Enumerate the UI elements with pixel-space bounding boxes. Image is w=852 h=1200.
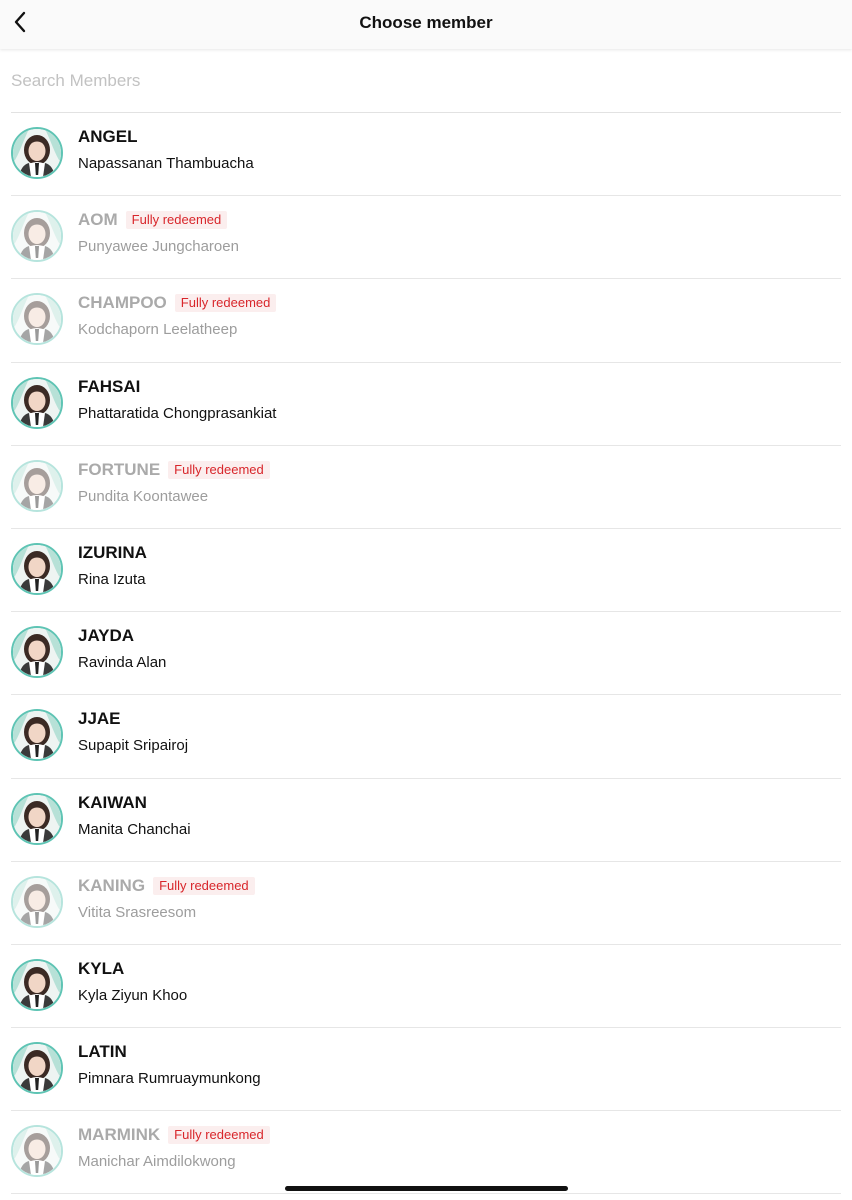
member-fullname: Supapit Sripairoj — [78, 737, 189, 755]
member-fullname: Vitita Srasreesom — [78, 903, 197, 921]
member-fullname: Ravinda Alan — [78, 654, 167, 672]
member-row-marmink[interactable]: MARMINK Fully redeemed Manichar Aimdilok… — [11, 1111, 841, 1195]
member-avatar — [11, 127, 63, 179]
member-avatar — [11, 709, 63, 762]
search-input[interactable] — [11, 60, 841, 102]
member-fullname: Pundita Koontawee — [78, 487, 209, 505]
member-row-fahsai[interactable]: FAHSAI Phattaratida Chongprasankiat — [11, 363, 841, 446]
member-avatar — [11, 210, 63, 263]
member-row-champoo[interactable]: CHAMPOO Fully redeemed Kodchaporn Leelat… — [11, 279, 841, 363]
member-row-kaiwan[interactable]: KAIWAN Manita Chanchai — [11, 779, 841, 862]
member-avatar — [11, 1042, 63, 1095]
fully-redeemed-badge: Fully redeemed — [168, 460, 270, 479]
member-row-jayda[interactable]: JAYDA Ravinda Alan — [11, 612, 841, 696]
member-row-kyla[interactable]: KYLA Kyla Ziyun Khoo — [11, 945, 841, 1029]
member-avatar — [11, 376, 63, 429]
member-fullname: Kodchaporn Leelatheep — [78, 321, 238, 339]
member-avatar — [11, 542, 63, 595]
member-nickname: KYLA — [78, 958, 125, 978]
member-avatar — [11, 459, 63, 512]
member-avatar — [11, 1125, 63, 1178]
member-fullname: Napassanan Thambuacha — [78, 155, 254, 172]
member-avatar — [11, 293, 63, 346]
member-avatar — [11, 792, 63, 845]
member-fullname: Manichar Aimdilokwong — [78, 1153, 236, 1171]
member-avatar — [11, 958, 63, 1011]
member-nickname: MARMINK — [78, 1125, 161, 1145]
member-row-fortune[interactable]: FORTUNE Fully redeemed Pundita Koontawee — [11, 446, 841, 529]
page-title: Choose member — [359, 13, 493, 32]
member-nickname: FORTUNE — [78, 459, 161, 479]
member-row-jjae[interactable]: JJAE Supapit Sripairoj — [11, 695, 841, 779]
fully-redeemed-badge: Fully redeemed — [153, 876, 255, 895]
member-nickname: KANING — [78, 875, 146, 895]
member-fullname: Punyawee Jungcharoen — [78, 238, 239, 256]
member-nickname: KAIWAN — [78, 792, 147, 812]
member-fullname: Pimnara Rumruaymunkong — [78, 1070, 261, 1088]
member-nickname: IZURINA — [78, 542, 147, 562]
member-nickname: JJAE — [78, 709, 121, 729]
member-nickname: JAYDA — [78, 626, 135, 646]
member-row-kaning[interactable]: KANING Fully redeemed Vitita Srasreesom — [11, 862, 841, 945]
member-nickname: LATIN — [78, 1042, 127, 1062]
member-fullname: Kyla Ziyun Khoo — [78, 986, 188, 1004]
member-fullname: Rina Izuta — [78, 570, 146, 588]
member-nickname: ANGEL — [78, 127, 138, 146]
member-avatar — [11, 875, 63, 928]
member-avatar — [11, 626, 63, 679]
fully-redeemed-badge: Fully redeemed — [125, 211, 228, 230]
member-row-latin[interactable]: LATIN Pimnara Rumruaymunkong — [11, 1028, 841, 1112]
fully-redeemed-badge: Fully redeemed — [168, 1126, 270, 1145]
fully-redeemed-badge: Fully redeemed — [174, 294, 277, 313]
home-indicator — [285, 1186, 568, 1191]
member-nickname: AOM — [78, 210, 118, 230]
navigation-bar: Choose member — [0, 0, 852, 49]
member-nickname: CHAMPOO — [78, 293, 167, 313]
member-row-angel[interactable]: ANGEL Napassanan Thambuacha — [11, 113, 841, 197]
member-row-izurina[interactable]: IZURINA Rina Izuta — [11, 529, 841, 613]
member-fullname: Phattaratida Chongprasankiat — [78, 404, 277, 422]
member-fullname: Manita Chanchai — [78, 820, 191, 838]
member-list: ANGEL Napassanan Thambuacha AOM Fully re… — [11, 113, 841, 1195]
member-nickname: FAHSAI — [78, 376, 141, 396]
member-row-aom[interactable]: AOM Fully redeemed Punyawee Jungcharoen — [11, 196, 841, 280]
